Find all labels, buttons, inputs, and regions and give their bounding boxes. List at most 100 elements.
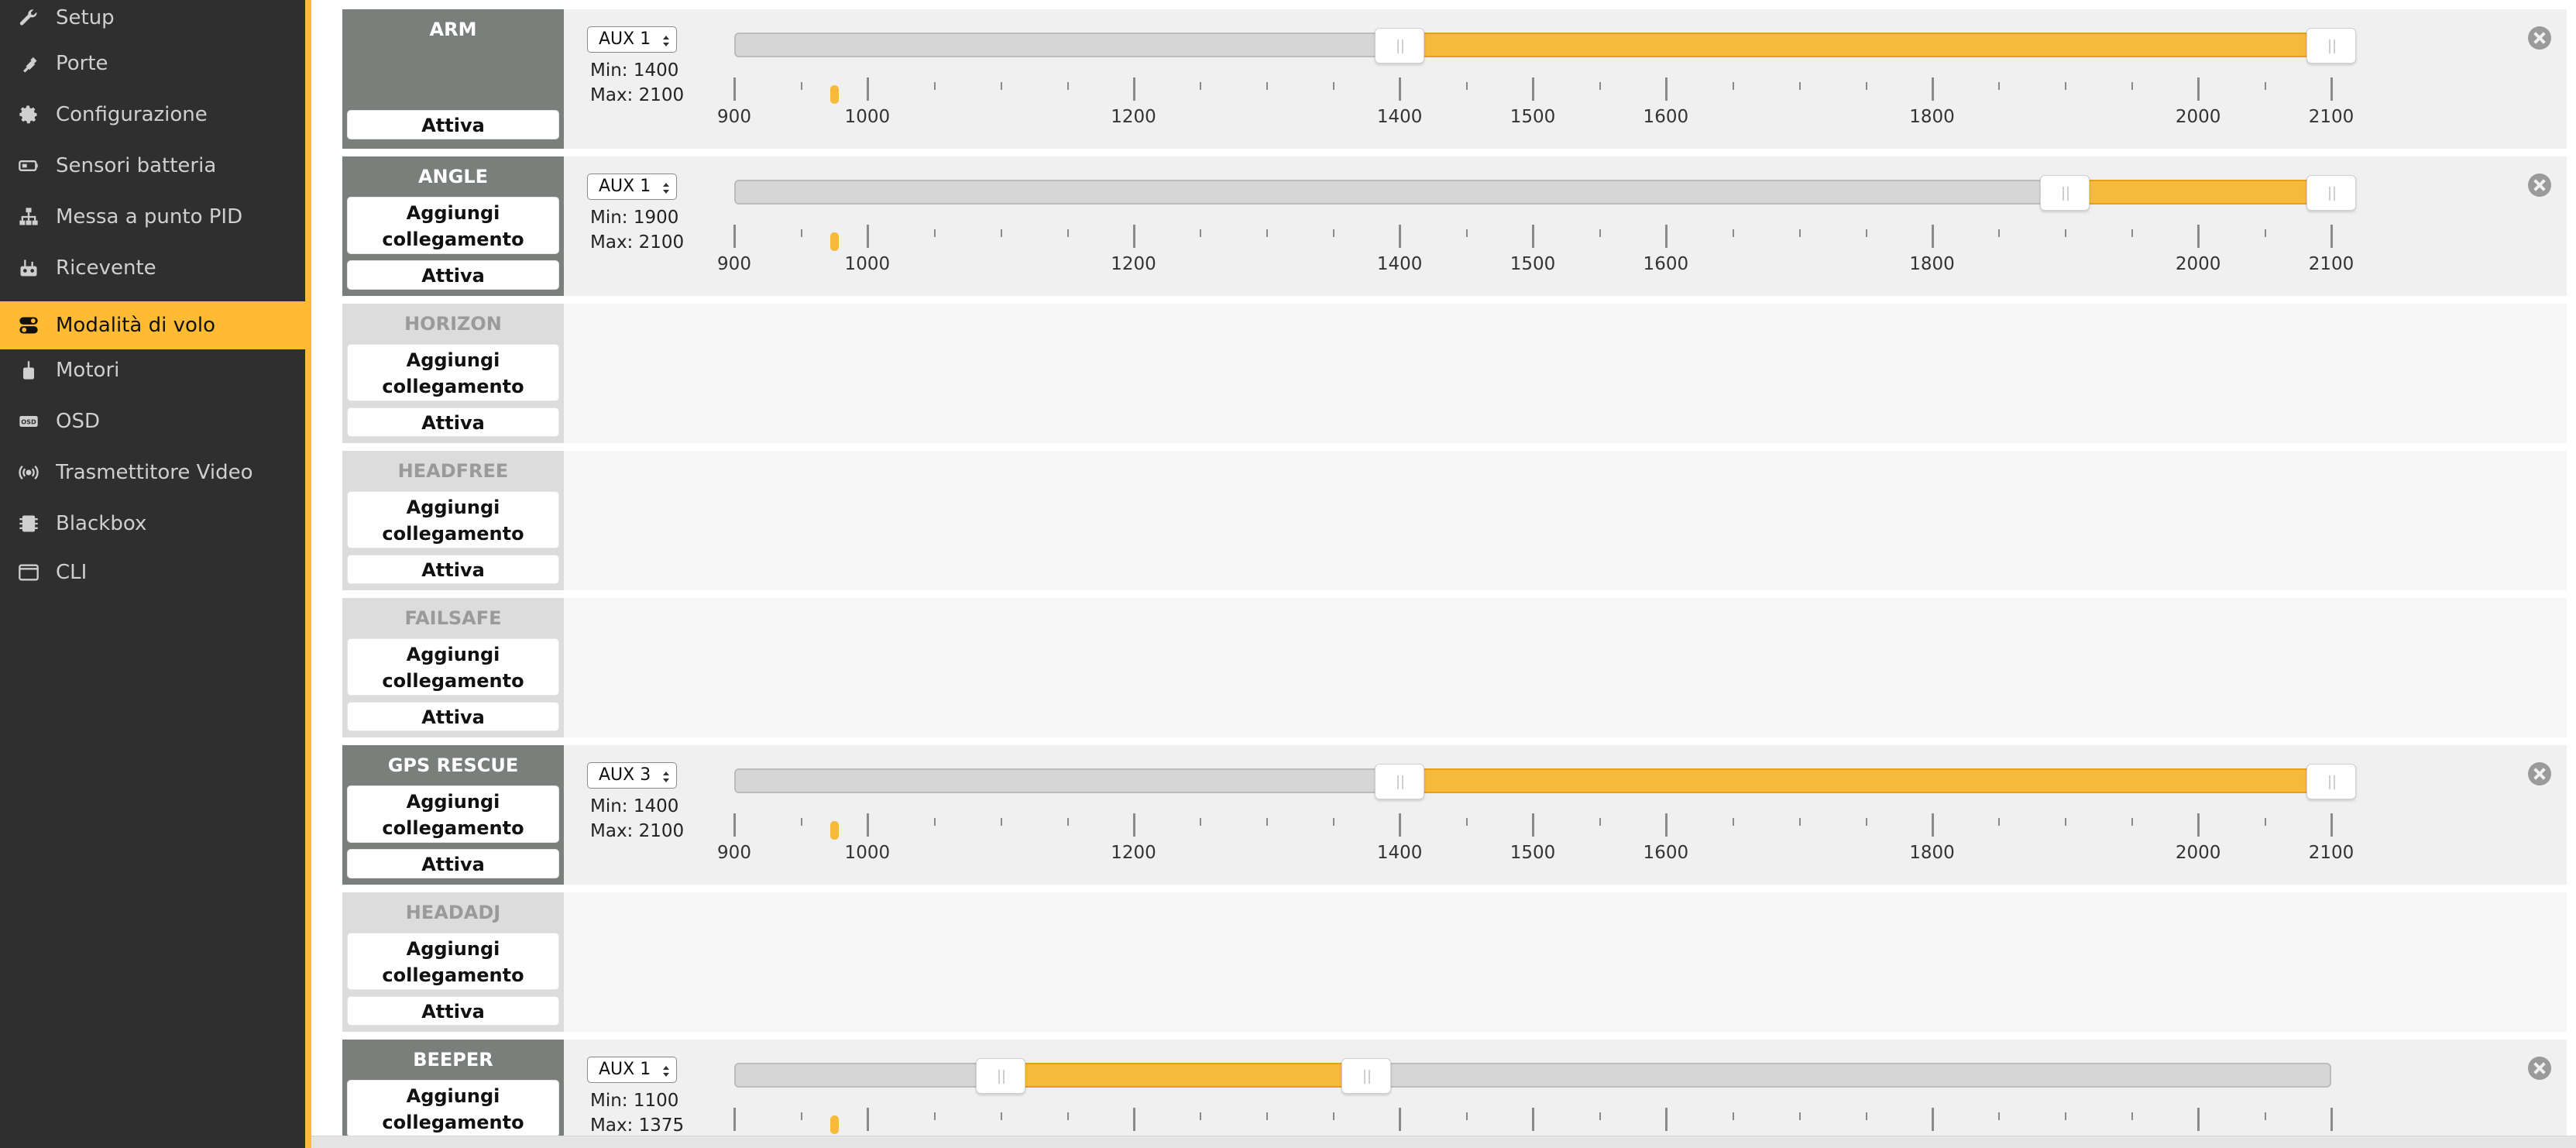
tick-label: 1800 (1909, 843, 1955, 863)
tick-label: 1200 (1111, 843, 1156, 863)
add-link-button[interactable]: Aggiungi collegamento (347, 638, 559, 696)
modes-panel: ARM Attiva AUX 1 Min: 1400 Max: 2100 900 1000 1… (311, 0, 2576, 1148)
minor-tick (1266, 229, 1269, 237)
minor-tick (1066, 229, 1069, 237)
minor-tick (1798, 818, 1801, 826)
sidebar-item-configurazione[interactable]: Configurazione (0, 91, 305, 139)
add-link-button[interactable]: Aggiungi collegamento (347, 491, 559, 548)
minor-tick (2265, 229, 2267, 237)
channel-select[interactable]: AUX 1 (587, 26, 677, 53)
activate-button[interactable]: Attiva (347, 849, 559, 878)
activate-button[interactable]: Attiva (347, 702, 559, 731)
range-min-label: Min: 1900 (590, 208, 678, 228)
slider-track[interactable] (734, 1063, 2331, 1088)
sidebar-item-sensori-batteria[interactable]: Sensori batteria (0, 142, 305, 190)
slider-max-handle[interactable] (2306, 175, 2356, 211)
select-arrows-icon (662, 179, 670, 194)
slider-max-handle[interactable] (2306, 28, 2356, 64)
slider-min-handle[interactable] (1375, 28, 1425, 64)
tick-label: 2000 (2175, 254, 2221, 274)
minor-tick (1000, 229, 1002, 237)
major-tick (1664, 813, 1668, 837)
sidebar-item-cli[interactable]: CLI (0, 548, 305, 596)
minor-tick (2065, 1112, 2067, 1120)
remove-range-button[interactable] (2528, 1057, 2551, 1080)
add-link-button[interactable]: Aggiungi collegamento (347, 785, 559, 843)
sidebar-item-motori[interactable]: Motori (0, 346, 305, 394)
range-max-label: Max: 2100 (590, 821, 684, 841)
bottom-scrollbar[interactable] (311, 1136, 2576, 1148)
toggle-icon (12, 313, 45, 338)
slider-max-handle[interactable] (2306, 764, 2356, 799)
sidebar-item-trasmettitore-video[interactable]: Trasmettitore Video (0, 449, 305, 497)
minor-tick (800, 818, 802, 826)
rc-channel-marker (829, 232, 839, 251)
major-tick (2330, 1108, 2333, 1131)
activate-button[interactable]: Attiva (347, 996, 559, 1026)
minor-tick (1732, 229, 1734, 237)
sidebar-item-messa-a-punto-pid[interactable]: Messa a punto PID (0, 193, 305, 241)
minor-tick (1466, 1112, 1468, 1120)
remove-range-button[interactable] (2528, 762, 2551, 785)
channel-select[interactable]: AUX 1 (587, 1057, 677, 1083)
sidebar-item-porte[interactable]: Porte (0, 40, 305, 88)
minor-tick (1998, 818, 2001, 826)
major-tick (2330, 813, 2333, 837)
add-link-button[interactable]: Aggiungi collegamento (347, 344, 559, 401)
min-value: 1100 (633, 1091, 679, 1111)
major-tick (2197, 225, 2200, 248)
slider-min-handle[interactable] (2040, 175, 2090, 211)
activate-button[interactable]: Attiva (347, 555, 559, 584)
max-prefix: Max: (590, 1115, 639, 1136)
sidebar-item-label: OSD (56, 410, 100, 433)
min-value: 1400 (633, 60, 679, 81)
slider-min-handle[interactable] (975, 1058, 1025, 1094)
activate-button[interactable]: Attiva (347, 260, 559, 290)
add-link-button[interactable]: Aggiungi collegamento (347, 197, 559, 254)
activate-button[interactable]: Attiva (347, 407, 559, 437)
slider-min-handle[interactable] (1375, 764, 1425, 799)
minor-tick (1865, 82, 1867, 90)
range-slider[interactable]: 900 1000 1200 1400 1500 1600 1800 2000 2100 (717, 9, 2356, 149)
plug-icon (12, 51, 45, 76)
min-value: 1900 (633, 208, 679, 228)
sidebar-item-label: Ricevente (56, 256, 156, 280)
minor-tick (2065, 818, 2067, 826)
range-slider[interactable] (733, 1040, 2339, 1148)
wrench-icon (12, 5, 45, 30)
max-value: 2100 (638, 85, 685, 105)
activate-button[interactable]: Attiva (347, 110, 559, 139)
channel-select[interactable]: AUX 3 (587, 762, 677, 789)
sidebar-item-blackbox[interactable]: Blackbox (0, 500, 305, 548)
sidebar-item-ricevente[interactable]: Ricevente (0, 244, 305, 292)
range-slider[interactable]: 900 1000 1200 1400 1500 1600 1800 2000 2100 (717, 156, 2356, 296)
sidebar-item-setup[interactable]: Setup (0, 0, 305, 42)
tick-label: 1500 (1510, 107, 1556, 127)
mode-name: BEEPER (413, 1049, 493, 1071)
sidebar-item-osd[interactable]: OSD OSD (0, 397, 305, 445)
sidebar: Setup Porte Configurazione Sensori batteria… (0, 0, 305, 1148)
range-slider[interactable]: 900 1000 1200 1400 1500 1600 1800 2000 2100 (717, 745, 2356, 885)
sidebar-item-modalit-di-volo[interactable]: Modalità di volo (0, 301, 305, 349)
minor-tick (1066, 1112, 1069, 1120)
min-value: 1400 (633, 796, 679, 816)
major-tick (1399, 225, 1402, 248)
add-link-button[interactable]: Aggiungi collegamento (347, 1080, 559, 1137)
slider-max-handle[interactable] (1341, 1058, 1392, 1094)
add-link-button[interactable]: Aggiungi collegamento (347, 933, 559, 990)
minor-tick (1599, 1112, 1601, 1120)
mode-header: BEEPERAggiungi collegamentoAttiva (342, 1040, 564, 1148)
remove-range-button[interactable] (2528, 174, 2551, 197)
tick-label: 1500 (1510, 254, 1556, 274)
channel-select[interactable]: AUX 1 (587, 174, 677, 200)
minor-tick (1599, 818, 1601, 826)
minor-tick (1066, 818, 1069, 826)
sidebar-item-label: Blackbox (56, 512, 147, 535)
minor-tick (2265, 818, 2267, 826)
minor-tick (1200, 82, 1202, 90)
major-tick (733, 225, 736, 248)
remove-range-button[interactable] (2528, 26, 2551, 50)
slider-range-fill (1400, 33, 2331, 57)
gear-icon (12, 102, 45, 127)
minor-tick (1000, 818, 1002, 826)
